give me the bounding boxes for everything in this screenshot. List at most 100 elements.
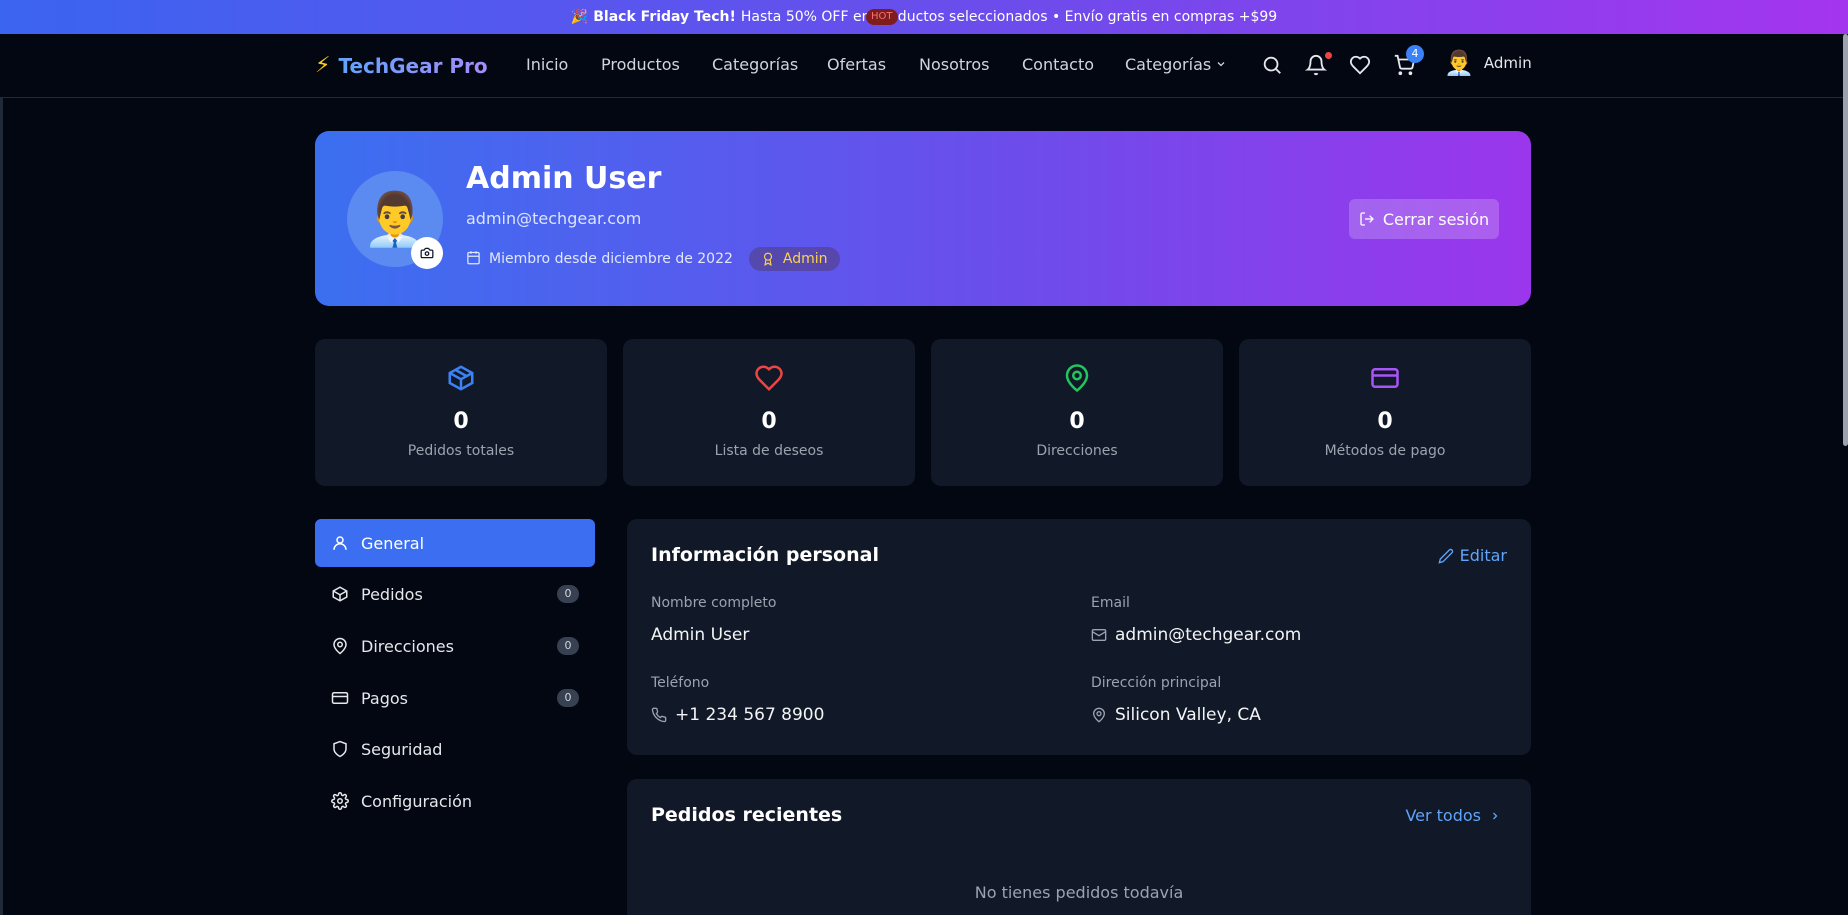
pencil-icon <box>1438 548 1453 564</box>
field-label-email: Email <box>1091 595 1130 611</box>
nav-dropdown-categorias[interactable]: Categorías <box>1125 55 1227 74</box>
field-value-email: admin@techgear.com <box>1091 625 1301 645</box>
sidebar-item-label: Seguridad <box>361 739 443 759</box>
user-avatar-icon: 👨‍💼 <box>1444 49 1474 77</box>
hot-badge: HOT <box>866 9 898 25</box>
package-icon <box>332 586 348 602</box>
stat-value: 0 <box>761 409 777 434</box>
sidebar-item-settings[interactable]: Configuración <box>315 777 595 825</box>
sidebar-count-badge: 0 <box>557 637 579 655</box>
nav-link-categorias[interactable]: Categorías <box>712 55 798 74</box>
profile-header: 👨‍💼 Admin User admin@techgear.com Miembr… <box>315 131 1531 306</box>
camera-icon[interactable] <box>411 237 443 269</box>
chevron-right-icon <box>1493 812 1498 819</box>
profile-meta: Miembro desde diciembre de 2022 Admin <box>466 247 840 271</box>
navbar: ⚡ TechGear Pro Inicio Productos Categorí… <box>0 34 1848 98</box>
nav-link-productos[interactable]: Productos <box>601 55 680 74</box>
view-all-link[interactable]: Ver todos <box>1405 806 1507 825</box>
role-badge-label: Admin <box>782 251 828 267</box>
credit-card-icon <box>331 692 349 704</box>
stat-value: 0 <box>453 409 469 434</box>
field-value-address: Silicon Valley, CA <box>1091 705 1261 725</box>
user-icon <box>333 536 347 550</box>
chevron-down-icon <box>1215 55 1227 74</box>
stat-label: Lista de deseos <box>714 443 824 459</box>
email-text: admin@techgear.com <box>1115 625 1302 645</box>
brand-logo[interactable]: ⚡ TechGear Pro <box>315 53 488 78</box>
user-menu-name: Admin <box>1483 54 1532 72</box>
edit-label: Editar <box>1459 546 1507 565</box>
nav-link-nosotros[interactable]: Nosotros <box>919 55 990 74</box>
orders-empty-state: No tienes pedidos todavía <box>974 883 1184 902</box>
bolt-icon: ⚡ <box>315 53 331 78</box>
sidebar-item-payments[interactable]: Pagos 0 <box>315 674 595 722</box>
stat-card-orders[interactable]: 0 Pedidos totales <box>315 339 607 486</box>
sidebar-item-label: Configuración <box>361 791 473 811</box>
package-icon <box>315 363 607 393</box>
shield-icon <box>333 740 347 758</box>
promo-highlight: Black Friday Tech! <box>593 9 736 25</box>
stat-label: Métodos de pago <box>1324 443 1446 459</box>
heart-icon[interactable] <box>1349 54 1373 78</box>
logout-label: Cerrar sesión <box>1382 209 1490 229</box>
phone-text: +1 234 567 8900 <box>675 705 825 725</box>
phone-icon <box>651 707 667 723</box>
credit-card-icon <box>1239 363 1531 393</box>
sidebar-count-badge: 0 <box>557 585 579 603</box>
stat-label: Pedidos totales <box>407 443 515 459</box>
scrollbar[interactable] <box>1843 34 1848 446</box>
promo-text: Hasta 50% OFF en productos seleccionados… <box>740 9 1278 25</box>
stat-card-wishlist[interactable]: 0 Lista de deseos <box>623 339 915 486</box>
stat-card-addresses[interactable]: 0 Direcciones <box>931 339 1223 486</box>
notification-dot <box>1325 52 1332 59</box>
logout-button[interactable]: Cerrar sesión <box>1349 199 1499 239</box>
sidebar-item-general[interactable]: General <box>315 519 595 567</box>
promo-banner: 🎉 Black Friday Tech! Hasta 50% OFF en pr… <box>0 0 1848 34</box>
stat-label: Direcciones <box>1036 443 1118 459</box>
field-label-fullname: Nombre completo <box>651 595 777 611</box>
sidebar-item-label: Pedidos <box>361 584 423 604</box>
party-icon: 🎉 <box>570 9 589 25</box>
recent-orders-panel: Pedidos recientes Ver todos No tienes pe… <box>627 779 1531 915</box>
sidebar-item-orders[interactable]: Pedidos 0 <box>315 570 595 618</box>
award-icon <box>763 252 772 266</box>
window-left-edge <box>0 34 3 915</box>
edit-button[interactable]: Editar <box>1438 546 1507 565</box>
stat-value: 0 <box>1069 409 1085 434</box>
nav-dropdown-label: Categorías <box>1125 55 1212 74</box>
field-value-phone: +1 234 567 8900 <box>651 705 824 725</box>
mail-icon <box>1091 629 1107 641</box>
sidebar-item-label: Direcciones <box>361 636 454 656</box>
stat-card-payments[interactable]: 0 Métodos de pago <box>1239 339 1531 486</box>
field-label-address: Dirección principal <box>1091 675 1222 691</box>
panel-title: Pedidos recientes <box>651 804 843 826</box>
address-text: Silicon Valley, CA <box>1115 705 1261 725</box>
personal-info-panel: Información personal Editar Nombre compl… <box>627 519 1531 755</box>
field-label-phone: Teléfono <box>651 675 710 691</box>
profile-email: admin@techgear.com <box>466 209 642 228</box>
user-menu[interactable]: 👨‍💼 Admin <box>1444 49 1532 77</box>
sidebar-item-label: General <box>361 533 425 553</box>
profile-name: Admin User <box>466 161 662 196</box>
nav-link-contacto[interactable]: Contacto <box>1022 55 1094 74</box>
nav-link-inicio[interactable]: Inicio <box>526 55 568 74</box>
map-pin-icon <box>931 363 1223 393</box>
gear-icon <box>331 792 349 810</box>
brand-name: TechGear Pro <box>338 53 488 78</box>
field-value-fullname: Admin User <box>651 625 749 645</box>
cart-count-badge: 4 <box>1406 45 1424 63</box>
role-badge: Admin <box>748 247 840 271</box>
panel-title: Información personal <box>651 544 879 566</box>
nav-link-ofertas[interactable]: Ofertas <box>827 55 886 74</box>
sidebar-count-badge: 0 <box>557 689 579 707</box>
sidebar-item-label: Pagos <box>361 688 409 708</box>
search-icon[interactable] <box>1261 54 1285 78</box>
fullname-text: Admin User <box>651 625 750 645</box>
map-pin-icon <box>1092 707 1106 723</box>
map-pin-icon <box>333 637 347 655</box>
sidebar-item-addresses[interactable]: Direcciones 0 <box>315 622 595 670</box>
sidebar-item-security[interactable]: Seguridad <box>315 725 595 773</box>
calendar-icon <box>466 250 481 269</box>
stat-value: 0 <box>1377 409 1393 434</box>
heart-icon <box>623 363 915 393</box>
